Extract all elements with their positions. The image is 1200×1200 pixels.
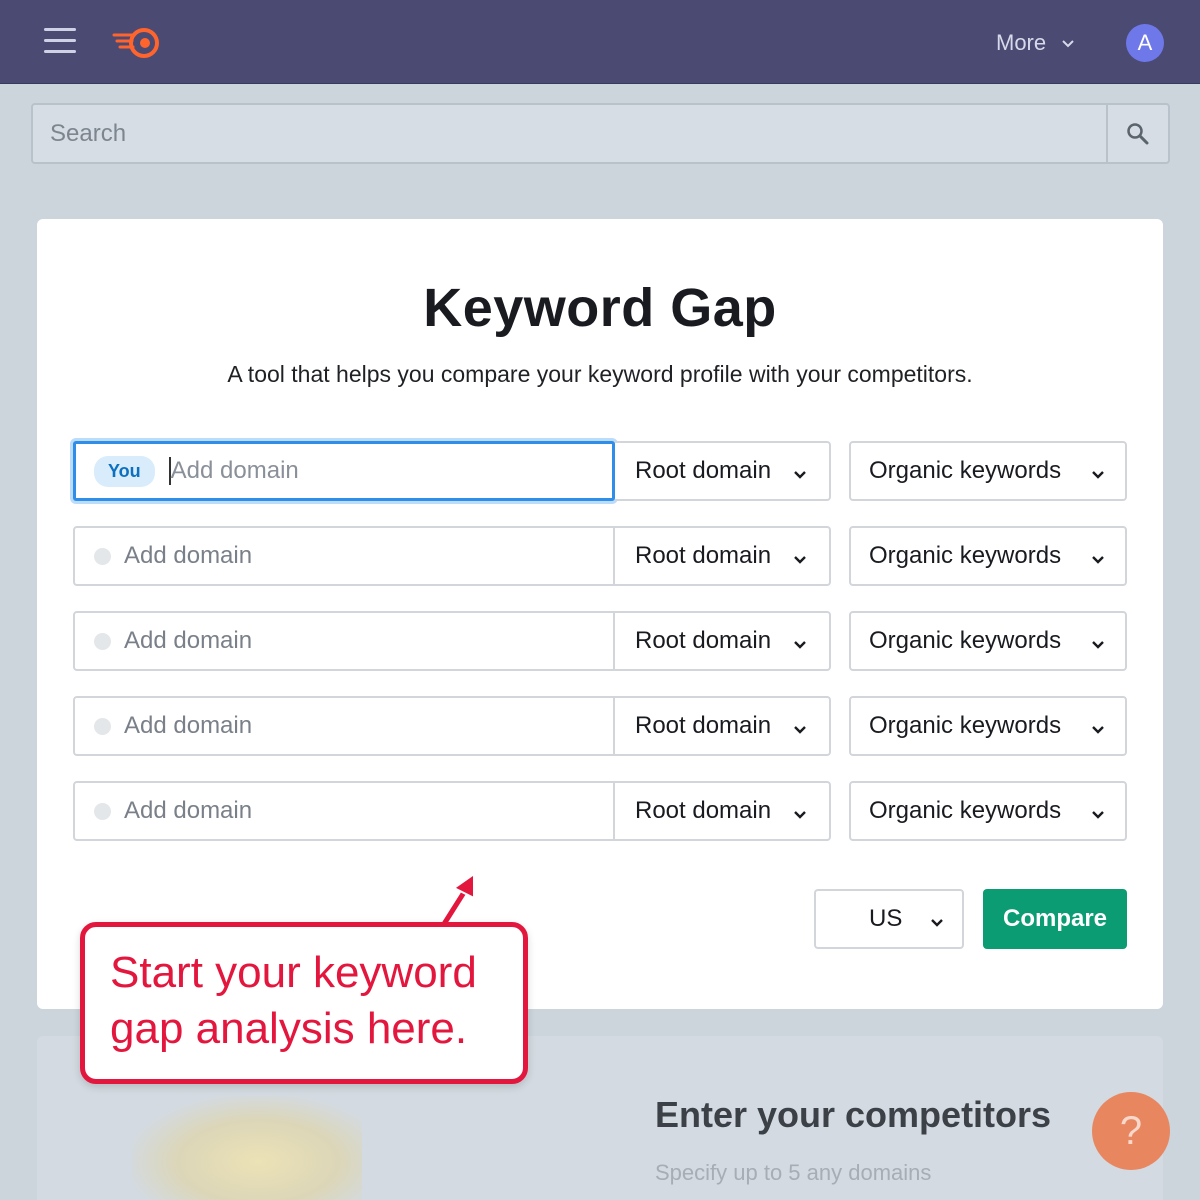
help-button[interactable]: ?	[1092, 1092, 1170, 1170]
search-input[interactable]	[33, 105, 1107, 162]
keyword-type-select[interactable]: Organic keywords	[849, 611, 1127, 671]
country-label: US	[869, 905, 903, 932]
keyword-type-label: Organic keywords	[869, 797, 1062, 824]
domain-placeholder: Add domain	[124, 627, 253, 654]
keyword-type-select[interactable]: Organic keywords	[849, 781, 1127, 841]
more-label: More	[996, 30, 1047, 55]
chevron-down-icon	[794, 811, 806, 819]
domain-row-1: You Add domain Root domain Organic keywo…	[73, 441, 1127, 501]
domain-scope-select[interactable]: Root domain	[615, 696, 831, 756]
annotation-text: Start your keyword gap analysis here.	[110, 948, 477, 1053]
domain-placeholder: Add domain	[124, 797, 253, 824]
hamburger-menu-icon[interactable]	[44, 28, 76, 56]
domain-scope-select[interactable]: Root domain	[615, 526, 831, 586]
domain-placeholder: Add domain	[124, 542, 253, 569]
your-domain-input[interactable]: You Add domain	[73, 441, 615, 501]
chevron-down-icon	[794, 726, 806, 734]
section-title: Enter your competitors	[655, 1094, 1052, 1135]
keyword-type-select[interactable]: Organic keywords	[849, 441, 1127, 501]
competitor-domain-input[interactable]: Add domain	[73, 611, 615, 671]
compare-button[interactable]: Compare	[983, 889, 1127, 949]
chevron-down-icon	[794, 471, 806, 479]
search-icon	[1127, 122, 1149, 144]
domain-row-5: Add domain Root domain Organic keywords	[73, 781, 1127, 841]
domain-scope-label: Root domain	[635, 712, 772, 739]
page-title: Keyword Gap	[423, 278, 777, 338]
competitor-domain-input[interactable]: Add domain	[73, 781, 615, 841]
domain-row-4: Add domain Root domain Organic keywords	[73, 696, 1127, 756]
domain-row-2: Add domain Root domain Organic keywords	[73, 526, 1127, 586]
semrush-logo-icon[interactable]	[112, 24, 164, 62]
more-menu-button[interactable]: More	[996, 28, 1076, 58]
country-select[interactable]: US	[814, 889, 964, 949]
chevron-down-icon	[794, 556, 806, 564]
search-bar	[31, 103, 1170, 164]
domain-scope-label: Root domain	[635, 797, 772, 824]
chevron-down-icon	[1092, 556, 1104, 564]
annotation-callout: Start your keyword gap analysis here.	[80, 922, 528, 1084]
keyword-gap-card: Keyword Gap A tool that helps you compar…	[37, 219, 1163, 1009]
keyword-type-select[interactable]: Organic keywords	[849, 526, 1127, 586]
domain-placeholder: Add domain	[124, 712, 253, 739]
user-avatar[interactable]: A	[1126, 24, 1164, 62]
domain-row-3: Add domain Root domain Organic keywords	[73, 611, 1127, 671]
chevron-down-icon	[1062, 40, 1074, 48]
you-badge: You	[94, 455, 155, 487]
status-dot-icon	[94, 717, 111, 735]
chevron-down-icon	[1092, 811, 1104, 819]
status-dot-icon	[94, 547, 111, 565]
us-flag-icon	[835, 911, 857, 927]
domain-scope-select[interactable]: Root domain	[615, 781, 831, 841]
keyword-type-label: Organic keywords	[869, 457, 1062, 484]
domain-scope-label: Root domain	[635, 542, 772, 569]
chevron-down-icon	[794, 641, 806, 649]
status-dot-icon	[94, 632, 111, 650]
chevron-down-icon	[1092, 726, 1104, 734]
keyword-type-label: Organic keywords	[869, 542, 1062, 569]
keyword-type-label: Organic keywords	[869, 712, 1062, 739]
page-subtitle: A tool that helps you compare your keywo…	[227, 361, 973, 387]
domain-placeholder: Add domain	[170, 457, 299, 484]
section-subtitle: Specify up to 5 any domains	[655, 1160, 932, 1185]
keyword-type-label: Organic keywords	[869, 627, 1062, 654]
chevron-down-icon	[931, 919, 943, 927]
domain-scope-label: Root domain	[635, 457, 772, 484]
competitor-domain-input[interactable]: Add domain	[73, 526, 615, 586]
domain-scope-select[interactable]: Root domain	[615, 441, 831, 501]
annotation-arrow-icon	[439, 872, 475, 929]
competitor-domain-input[interactable]: Add domain	[73, 696, 615, 756]
search-button[interactable]	[1106, 105, 1168, 162]
chevron-down-icon	[1092, 471, 1104, 479]
chevron-down-icon	[1092, 641, 1104, 649]
illustration-image	[132, 1096, 362, 1200]
keyword-type-select[interactable]: Organic keywords	[849, 696, 1127, 756]
domain-scope-select[interactable]: Root domain	[615, 611, 831, 671]
status-dot-icon	[94, 802, 111, 820]
top-navigation-bar: More A	[0, 0, 1200, 84]
domain-scope-label: Root domain	[635, 627, 772, 654]
